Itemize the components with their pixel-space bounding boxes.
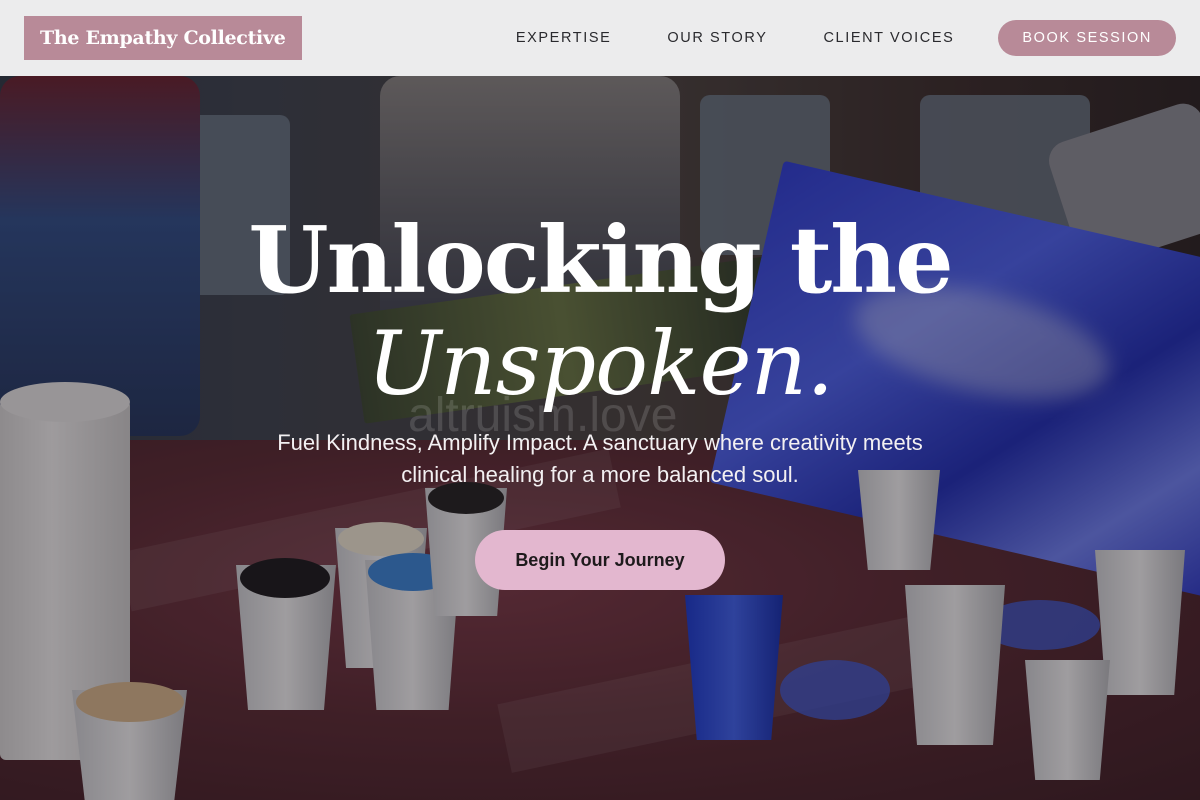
book-session-button[interactable]: BOOK SESSION [998,20,1176,56]
top-navigation: The Empathy Collective EXPERTISE OUR STO… [0,0,1200,76]
nav-link-expertise[interactable]: EXPERTISE [503,24,624,52]
nav-link-our-story[interactable]: OUR STORY [655,24,780,52]
nav-link-client-voices[interactable]: CLIENT VOICES [811,24,967,52]
begin-journey-button[interactable]: Begin Your Journey [475,530,725,590]
hero-headline-line1: Unlocking the [248,206,953,314]
hero-subtitle: Fuel Kindness, Amplify Impact. A sanctua… [277,430,923,487]
site-logo[interactable]: The Empathy Collective [24,16,302,60]
nav-links: EXPERTISE OUR STORY CLIENT VOICES BOOK S… [503,20,1176,56]
